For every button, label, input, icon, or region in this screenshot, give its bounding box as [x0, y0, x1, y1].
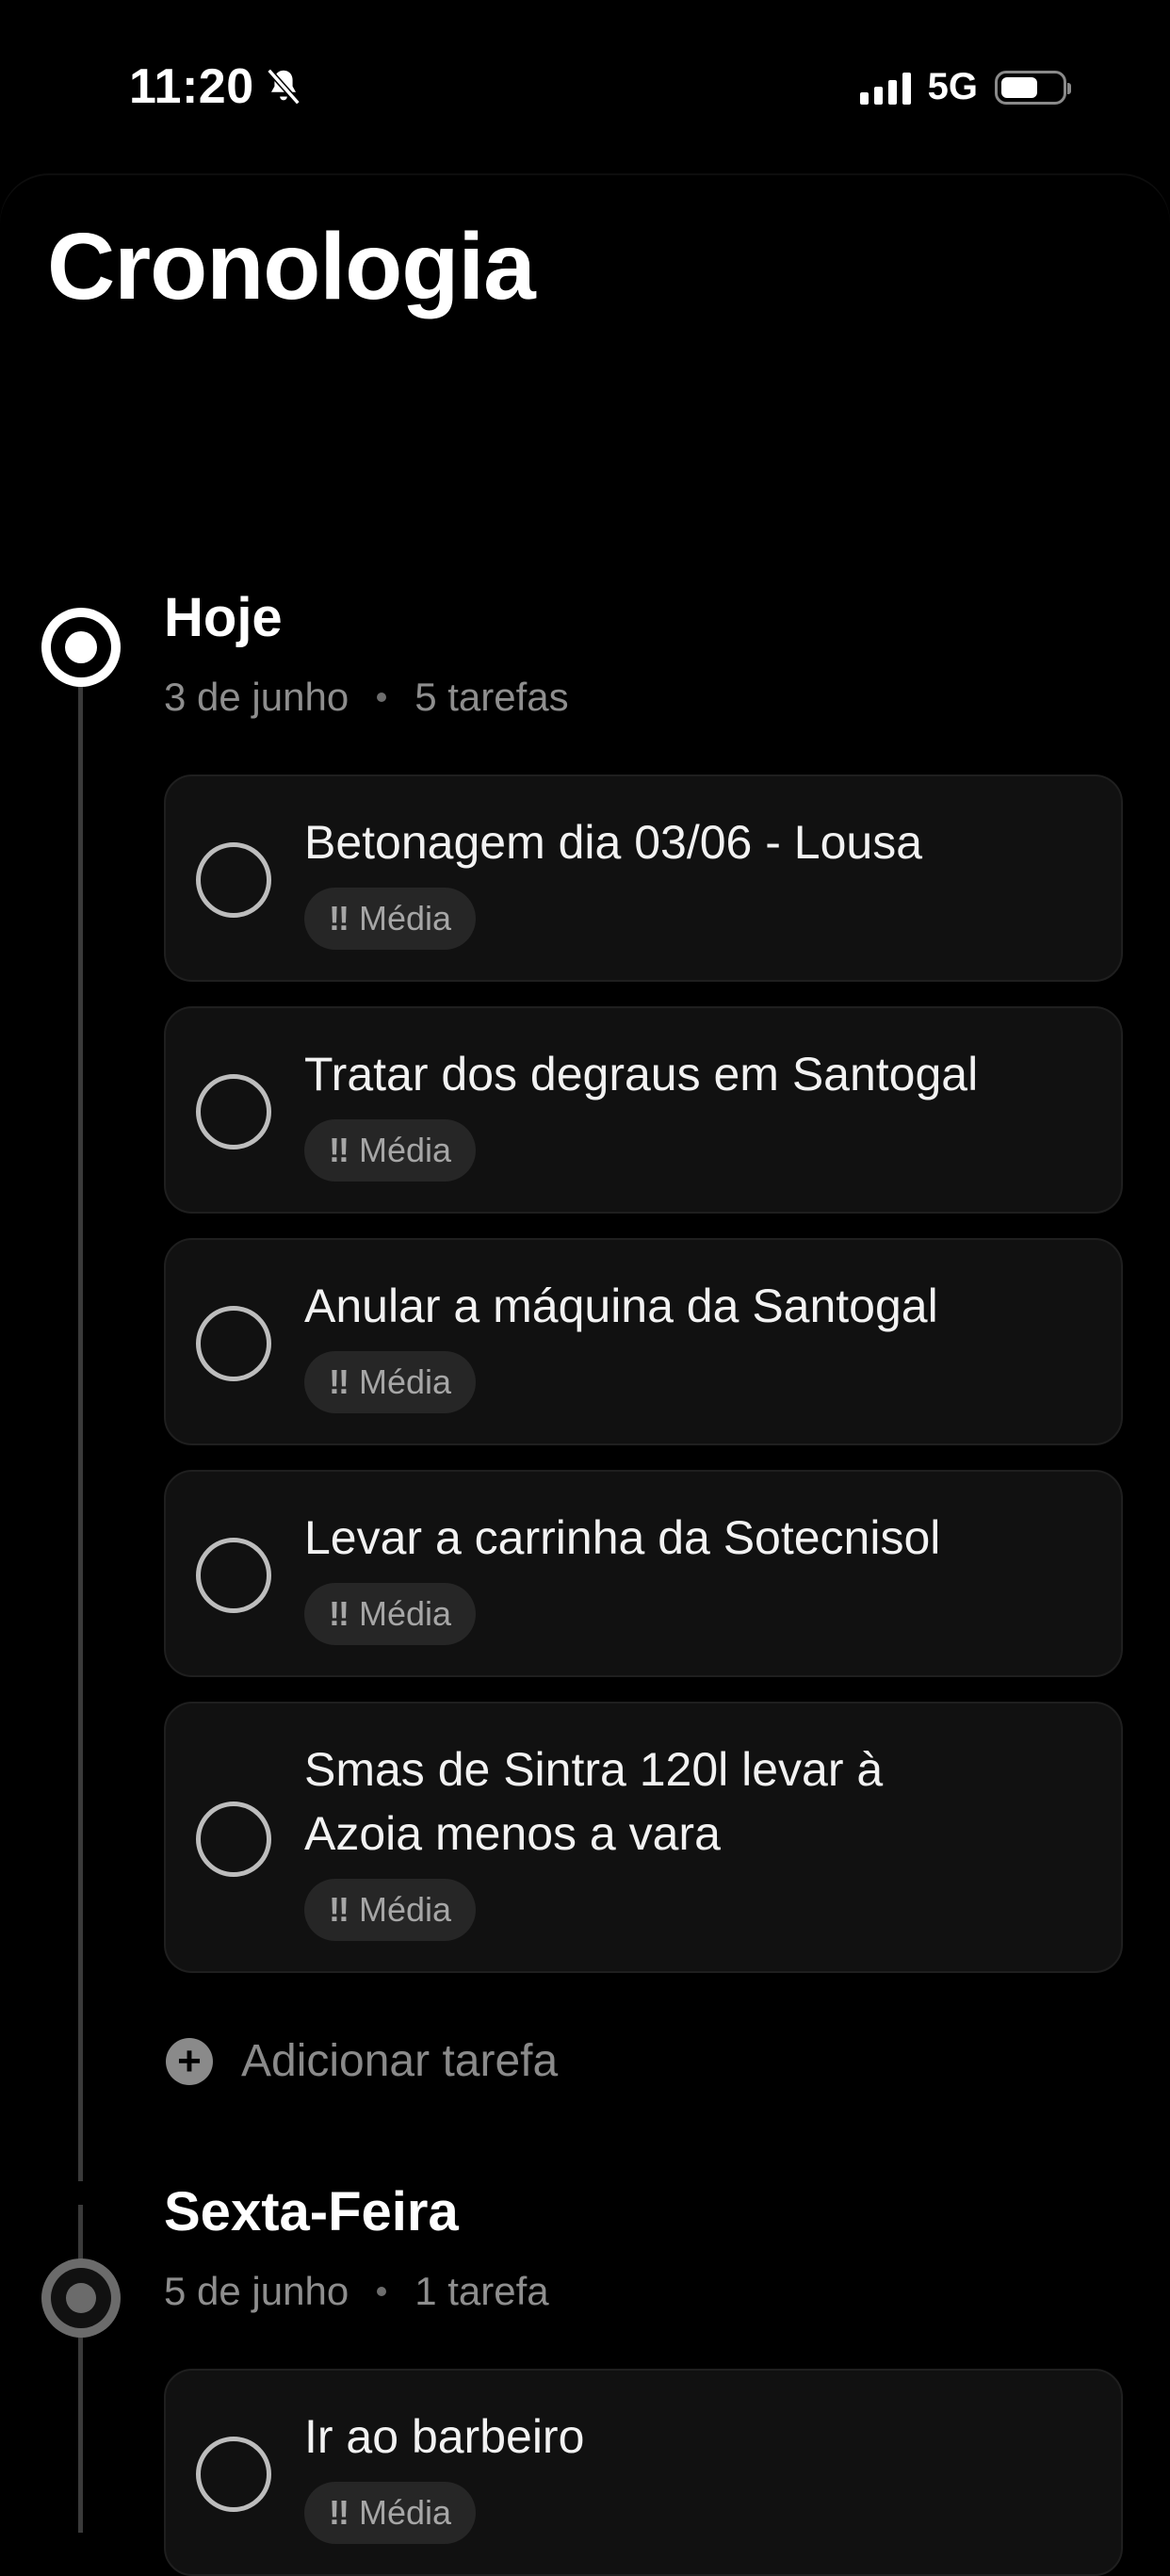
task-complete-checkbox[interactable] [196, 1538, 271, 1613]
timeline-dot-today [41, 608, 121, 687]
timeline-line [78, 2205, 83, 2261]
priority-icon: !! [329, 1131, 349, 1169]
page-title: Cronologia [47, 214, 536, 319]
task-complete-checkbox[interactable] [196, 1306, 271, 1381]
priority-icon: !! [329, 1362, 349, 1401]
section-task-count: 1 tarefa [414, 2269, 549, 2313]
task-complete-checkbox[interactable] [196, 1074, 271, 1149]
timeline-line [78, 2335, 83, 2533]
separator-dot [377, 2287, 387, 2296]
section-subtitle-today: 3 de junho 5 tarefas [164, 675, 569, 720]
priority-badge: !! Média [304, 1879, 477, 1941]
priority-icon: !! [329, 2493, 349, 2532]
task-title: Anular a máquina da Santogal [304, 1280, 938, 1332]
task-card[interactable]: Smas de Sintra 120l levar à Azoia menos … [164, 1702, 1123, 1973]
task-card[interactable]: Levar a carrinha da Sotecnisol !! Média [164, 1470, 1123, 1677]
priority-badge: !! Média [304, 1583, 477, 1645]
section-date: 5 de junho [164, 2269, 349, 2313]
section-title-friday: Sexta-Feira [164, 2181, 459, 2242]
battery-icon [995, 70, 1071, 105]
task-title: Smas de Sintra 120l levar à Azoia menos … [304, 1743, 884, 1860]
section-subtitle-friday: 5 de junho 1 tarefa [164, 2269, 549, 2314]
cellular-signal-icon [859, 71, 911, 105]
task-complete-checkbox[interactable] [196, 842, 271, 918]
task-title: Ir ao barbeiro [304, 2410, 585, 2463]
section-title-today: Hoje [164, 587, 283, 648]
task-title: Betonagem dia 03/06 - Lousa [304, 816, 923, 869]
task-card[interactable]: Betonagem dia 03/06 - Lousa !! Média [164, 774, 1123, 982]
task-complete-checkbox[interactable] [196, 2437, 271, 2512]
priority-badge: !! Média [304, 1351, 477, 1413]
status-indicators: 5G [859, 66, 1071, 108]
priority-badge: !! Média [304, 1119, 477, 1182]
timeline-line [78, 683, 83, 2181]
timeline-dot-future [41, 2258, 121, 2338]
status-bar: 11:20 5G [0, 0, 1170, 179]
section-date: 3 de junho [164, 675, 349, 719]
add-task-button[interactable]: + Adicionar tarefa [166, 2035, 558, 2087]
priority-icon: !! [329, 1890, 349, 1929]
task-card[interactable]: Ir ao barbeiro !! Média [164, 2369, 1123, 2576]
task-complete-checkbox[interactable] [196, 1802, 271, 1877]
priority-icon: !! [329, 1594, 349, 1633]
task-card[interactable]: Anular a máquina da Santogal !! Média [164, 1238, 1123, 1445]
plus-circle-icon: + [166, 2037, 213, 2085]
priority-icon: !! [329, 899, 349, 937]
task-title: Levar a carrinha da Sotecnisol [304, 1511, 941, 1564]
separator-dot [377, 693, 387, 702]
network-type: 5G [927, 66, 978, 107]
task-title: Tratar dos degraus em Santogal [304, 1048, 979, 1101]
section-task-count: 5 tarefas [414, 675, 569, 719]
bell-slash-icon [266, 68, 301, 106]
status-time: 11:20 [129, 58, 305, 115]
task-card[interactable]: Tratar dos degraus em Santogal !! Média [164, 1006, 1123, 1214]
priority-badge: !! Média [304, 888, 477, 950]
add-task-label: Adicionar tarefa [241, 2036, 559, 2086]
priority-badge: !! Média [304, 2482, 477, 2544]
